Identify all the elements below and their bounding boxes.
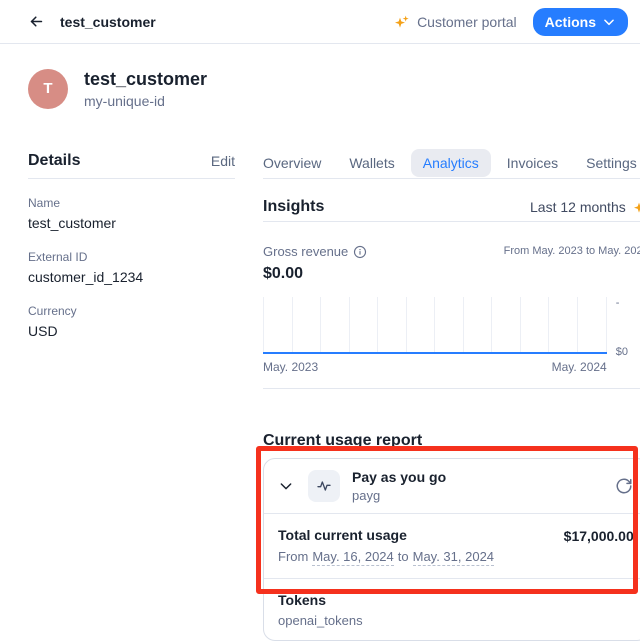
chart-date-range: From May. 2023 to May. 2024	[504, 244, 640, 257]
field-label: Name	[28, 195, 235, 211]
x-tick-start: May. 2023	[263, 360, 318, 374]
field-value: USD	[28, 321, 235, 341]
info-icon[interactable]	[353, 245, 367, 259]
customer-portal-link[interactable]: Customer portal	[394, 14, 517, 30]
divider	[263, 221, 640, 222]
tab-analytics[interactable]: Analytics	[411, 149, 491, 177]
refresh-icon	[615, 477, 633, 495]
tab-wallets[interactable]: Wallets	[337, 149, 406, 177]
total-usage-row: Total current usage From May. 16, 2024 t…	[264, 513, 640, 578]
divider	[263, 388, 640, 389]
chevron-down-icon	[602, 15, 616, 29]
x-axis-labels: May. 2023 May. 2024	[263, 360, 607, 374]
details-heading: Details	[28, 152, 80, 170]
usage-period: From May. 16, 2024 to May. 31, 2024	[278, 549, 494, 566]
customer-header: T test_customer my-unique-id	[0, 44, 640, 109]
refresh-button[interactable]	[614, 476, 634, 496]
period-end-date[interactable]: May. 31, 2024	[413, 549, 494, 566]
period-label: Last 12 months	[530, 199, 626, 215]
detail-field-currency: Currency USD	[28, 303, 235, 341]
plan-name: Pay as you go	[352, 468, 446, 486]
customer-name: test_customer	[84, 68, 207, 90]
y-tick-zero: $0	[616, 346, 640, 358]
avatar: T	[28, 69, 68, 109]
gross-revenue-value: $0.00	[263, 265, 367, 283]
usage-report-heading: Current usage report	[263, 429, 640, 453]
tab-overview[interactable]: Overview	[251, 149, 333, 177]
edit-button[interactable]: Edit	[211, 153, 235, 169]
plan-card-header: Pay as you go payg	[264, 459, 640, 513]
details-panel: Details Edit Name test_customer External…	[28, 149, 235, 641]
x-tick-end: May. 2024	[552, 360, 607, 374]
divider	[28, 178, 235, 179]
actions-button[interactable]: Actions	[533, 8, 628, 36]
charge-name: Tokens	[278, 591, 363, 609]
tab-settings[interactable]: Settings	[574, 149, 640, 177]
customer-portal-label: Customer portal	[417, 14, 517, 30]
chevron-down-icon	[278, 478, 294, 494]
revenue-line-plot	[263, 297, 607, 354]
topbar: test_customer Customer portal Actions	[0, 0, 640, 44]
field-label: Currency	[28, 303, 235, 319]
detail-field-name: Name test_customer	[28, 195, 235, 233]
customer-external-id: my-unique-id	[84, 93, 207, 109]
sparkle-icon	[394, 14, 410, 30]
total-usage-amount: $17,000.00	[564, 526, 634, 544]
usage-plan-card: Pay as you go payg Total current usage F…	[263, 458, 640, 641]
insights-heading: Insights	[263, 198, 324, 216]
tab-invoices[interactable]: Invoices	[495, 149, 570, 177]
total-usage-label: Total current usage	[278, 526, 494, 544]
field-label: External ID	[28, 249, 235, 265]
divider	[263, 178, 640, 179]
charge-row-tokens: Tokens openai_tokens	[264, 578, 640, 640]
charge-code: openai_tokens	[278, 613, 363, 628]
back-button[interactable]	[26, 12, 46, 32]
period-joiner: to	[398, 549, 409, 566]
plan-pulse-icon	[308, 470, 340, 502]
y-axis-labels: - $0	[607, 297, 640, 354]
tab-bar: Overview Wallets Analytics Invoices Sett…	[251, 149, 640, 177]
actions-label: Actions	[545, 14, 596, 30]
period-selector[interactable]: Last 12 months	[530, 199, 640, 215]
collapse-button[interactable]	[276, 476, 296, 496]
gross-revenue-chart: Gross revenue $0.00 From May. 2023 to Ma…	[263, 244, 640, 374]
gross-revenue-label: Gross revenue	[263, 244, 348, 259]
field-value: customer_id_1234	[28, 267, 235, 287]
period-start-date[interactable]: May. 16, 2024	[312, 549, 393, 566]
topbar-title: test_customer	[60, 14, 156, 30]
customer-main-panel: Overview Wallets Analytics Invoices Sett…	[263, 149, 640, 641]
period-prefix: From	[278, 549, 308, 566]
field-value: test_customer	[28, 213, 235, 233]
plan-code: payg	[352, 487, 446, 504]
sparkle-icon	[633, 199, 640, 215]
detail-field-external-id: External ID customer_id_1234	[28, 249, 235, 287]
y-tick-top: -	[616, 297, 640, 309]
arrow-left-icon	[28, 13, 45, 30]
